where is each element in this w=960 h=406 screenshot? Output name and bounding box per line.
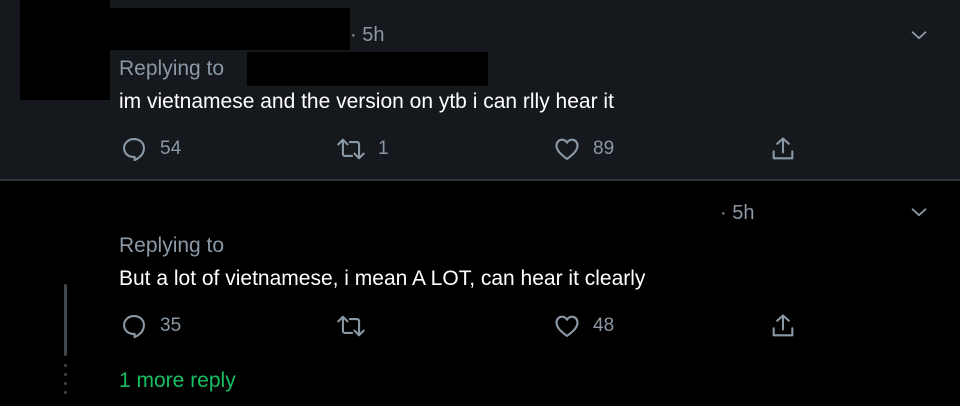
reply-count: 54 <box>160 138 182 159</box>
thread-connector-line <box>64 284 67 356</box>
tweet-text: im vietnamese and the version on ytb i c… <box>119 90 614 113</box>
share-icon <box>772 314 794 337</box>
more-replies-link[interactable]: 1 more reply <box>119 368 236 394</box>
reply-button[interactable]: 54 <box>120 135 181 163</box>
thread-continuation-dots <box>64 364 67 400</box>
tweet-timestamp[interactable]: · 5h <box>350 23 384 47</box>
like-icon <box>555 315 579 337</box>
tweet[interactable]: · 5h Replying to im vietnamese and the v… <box>0 0 960 180</box>
retweet-icon <box>337 315 365 337</box>
like-button[interactable]: 48 <box>553 312 614 340</box>
replying-to-label: Replying to <box>119 57 225 80</box>
redacted-username <box>110 8 350 50</box>
like-count: 48 <box>593 315 615 336</box>
tweet-text: But a lot of vietnamese, i mean A LOT, c… <box>119 267 646 290</box>
share-button[interactable] <box>769 135 797 163</box>
like-icon <box>555 138 579 160</box>
reply-icon <box>123 138 145 162</box>
reply-count: 35 <box>160 315 182 336</box>
retweet-button[interactable] <box>336 312 366 340</box>
chevron-down-icon[interactable] <box>908 24 930 46</box>
redacted-reply-handle <box>247 52 488 86</box>
reply-button[interactable]: 35 <box>120 312 181 340</box>
redacted-avatar <box>20 0 110 100</box>
retweet-button[interactable]: 1 <box>336 135 389 163</box>
tweet-timestamp[interactable]: · 5h <box>720 201 754 225</box>
replying-to-label: Replying to <box>119 234 225 257</box>
chevron-down-icon[interactable] <box>908 201 930 223</box>
share-icon <box>772 137 794 160</box>
reply-icon <box>123 315 145 339</box>
like-count: 89 <box>593 138 615 159</box>
like-button[interactable]: 89 <box>553 135 614 163</box>
retweet-icon <box>337 138 365 160</box>
share-button[interactable] <box>769 312 797 340</box>
retweet-count: 1 <box>378 138 389 159</box>
